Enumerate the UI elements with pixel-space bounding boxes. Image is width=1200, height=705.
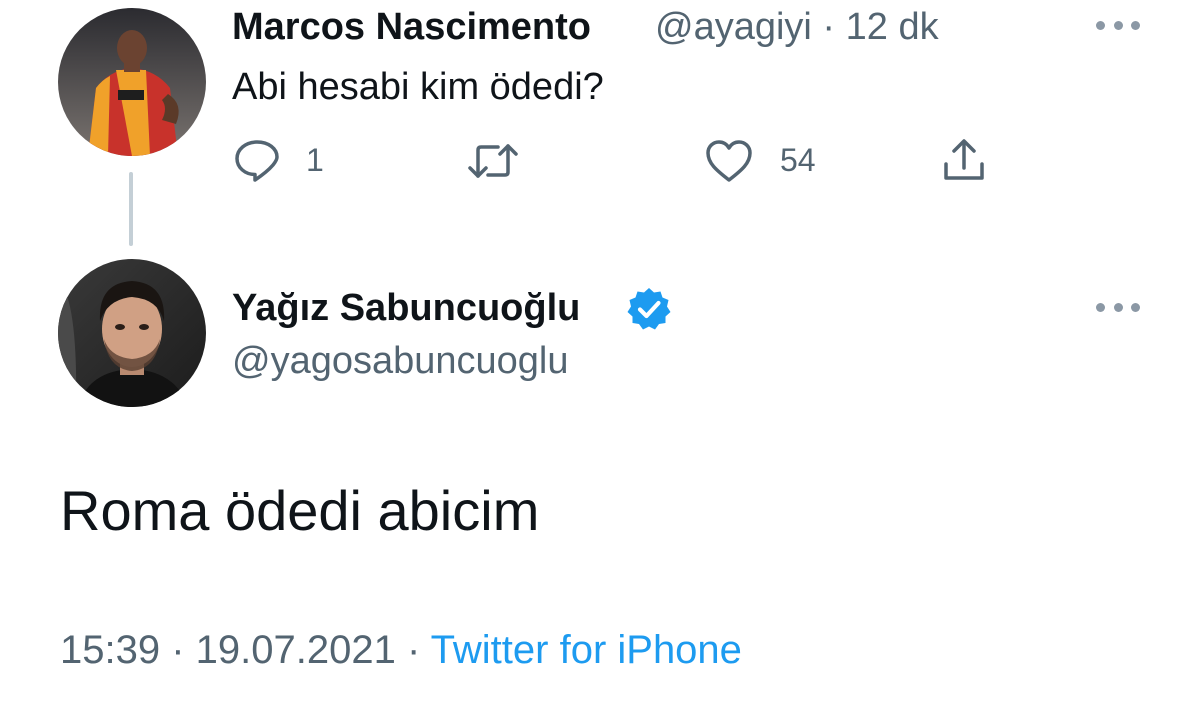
author-handle[interactable]: @yagosabuncuoglu <box>232 340 569 383</box>
author-name[interactable]: Marcos Nascimento <box>232 6 591 49</box>
tweet-text: Roma ödedi abicim <box>60 479 540 542</box>
tweet-footer: 15:39 · 19.07.2021 · Twitter for iPhone <box>60 628 742 673</box>
reply-count: 1 <box>306 142 324 178</box>
tweet-source-link[interactable]: Twitter for iPhone <box>431 628 742 672</box>
avatar-yagiz[interactable] <box>58 259 206 407</box>
reply-icon[interactable] <box>233 138 281 182</box>
retweet-icon[interactable] <box>466 142 520 180</box>
tweet-text: Abi hesabi kim ödedi? <box>232 66 604 108</box>
like-icon[interactable] <box>704 138 754 184</box>
like-count: 54 <box>780 142 816 178</box>
author-name[interactable]: Yağız Sabuncuoğlu <box>232 287 580 330</box>
more-icon[interactable] <box>1096 300 1140 314</box>
avatar-marcos[interactable] <box>58 8 206 156</box>
more-icon[interactable] <box>1096 18 1140 32</box>
author-handle-time[interactable]: @ayagiyi · 12 dk <box>655 6 939 49</box>
tweet-timestamp[interactable]: 15:39 · 19.07.2021 · <box>60 628 431 672</box>
thread-connector-line <box>129 172 133 246</box>
verified-badge-icon <box>626 286 672 332</box>
share-icon[interactable] <box>940 136 988 184</box>
